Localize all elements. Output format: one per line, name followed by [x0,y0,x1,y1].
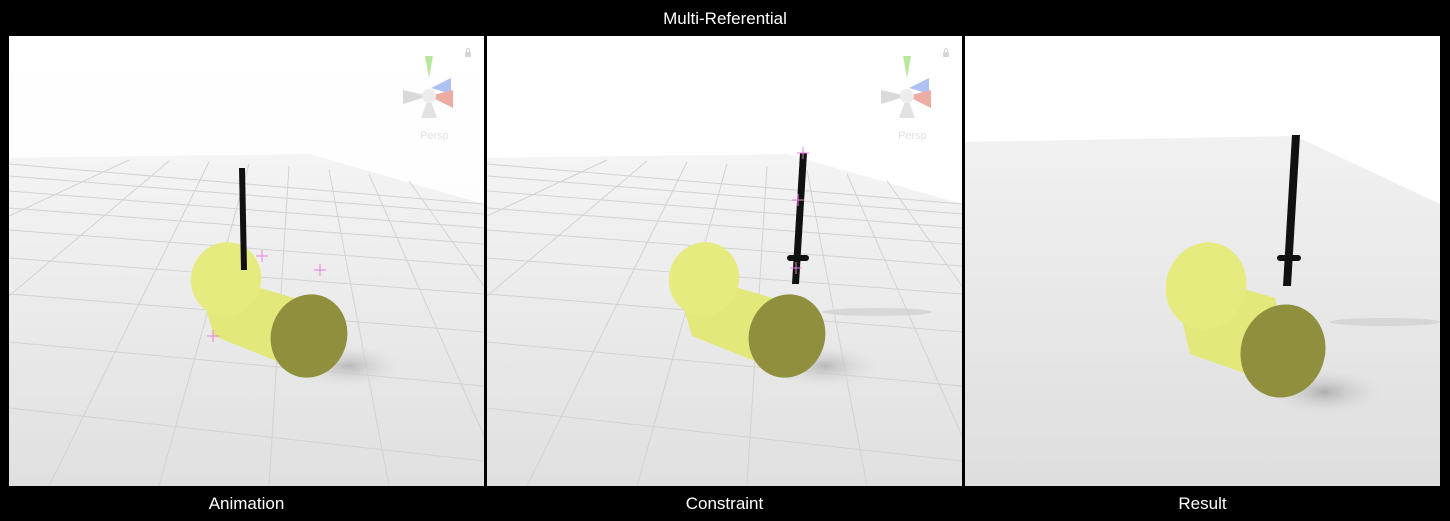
caption-constraint: Constraint [685,494,764,513]
camera-label: Persp [420,130,449,142]
lock-icon[interactable] [943,48,949,57]
lock-icon[interactable] [465,48,471,57]
viewport-result[interactable] [965,36,1440,486]
stick-shadow [822,308,932,316]
stick-shadow [1330,318,1440,326]
caption-result: Result [1178,494,1227,513]
camera-label: Persp [898,130,927,142]
caption-animation: Animation [208,494,285,513]
page-title: Multi-Referential [663,9,787,28]
viewport-constraint[interactable]: Persp [487,36,962,486]
viewport-animation[interactable]: Persp [9,36,484,486]
